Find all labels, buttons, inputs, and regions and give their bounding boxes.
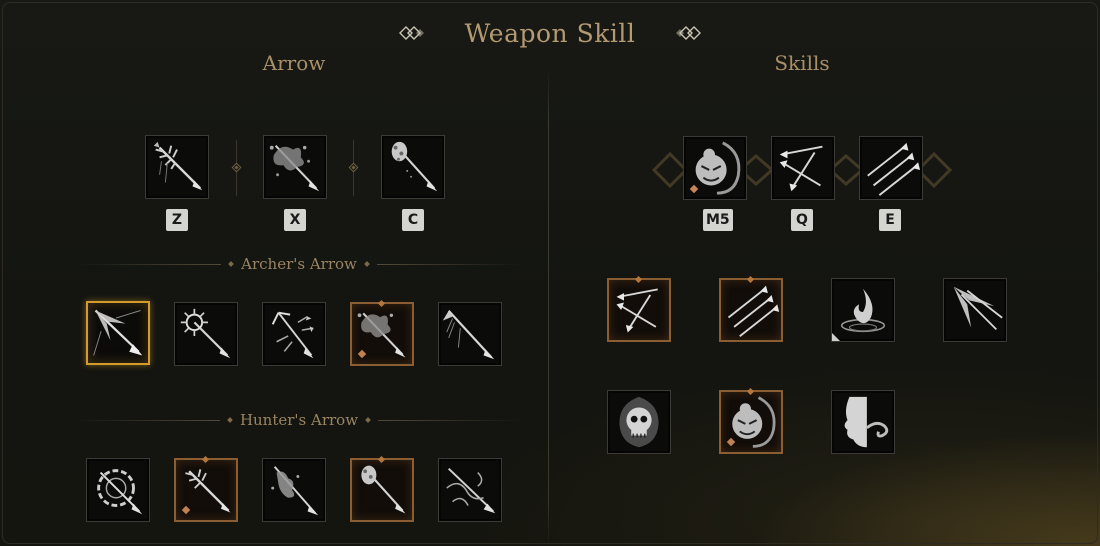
skill-slot-e[interactable] — [859, 136, 923, 200]
hunter-arrow-slot-4[interactable] — [350, 455, 414, 522]
hunters-arrow-divider: Hunter's Arrow — [76, 411, 522, 429]
split-arrow-icon — [271, 311, 314, 359]
skill-option-6[interactable] — [719, 387, 783, 454]
slot-separator — [231, 140, 242, 196]
ornament-right-icon — [676, 26, 702, 40]
splatter-arrow-icon — [269, 144, 320, 192]
archer-arrow-slot-4[interactable] — [350, 299, 414, 366]
barbed-arrow-icon — [442, 310, 495, 360]
hunter-arrow-slot-5[interactable] — [438, 458, 502, 522]
archers-arrow-label: Archer's Arrow — [241, 255, 357, 273]
page-title: Weapon Skill — [464, 18, 636, 48]
skill-option-1[interactable] — [607, 275, 671, 342]
archer-arrow-slot-1[interactable] — [86, 301, 150, 365]
arrow-spread-icon — [616, 288, 658, 333]
cluster-arrow-icon — [361, 465, 406, 514]
archers-arrow-divider: Archer's Arrow — [76, 255, 522, 273]
triple-shot-icon — [727, 285, 780, 337]
cluster-arrow-icon — [391, 141, 438, 192]
skill-option-5[interactable] — [607, 390, 671, 454]
skill-slot-m5[interactable] — [683, 136, 747, 200]
key-badge-m5: M5 — [703, 209, 733, 231]
fire-ring-icon — [840, 288, 886, 333]
key-badge-x: X — [284, 209, 306, 231]
key-badge-c: C — [402, 209, 424, 231]
skills-heading: Skills — [774, 51, 830, 75]
arrow-slot-z[interactable] — [145, 135, 209, 199]
piercing-arrow-icon — [93, 309, 143, 356]
barbed-arrow-icon — [153, 141, 203, 191]
column-divider — [548, 70, 549, 546]
arrow-burst-icon — [953, 286, 1003, 330]
archer-arrow-slot-2[interactable] — [174, 302, 238, 366]
key-badge-e: E — [879, 209, 901, 231]
arrow-spread-icon — [779, 145, 823, 192]
hunter-arrow-slot-1[interactable] — [86, 458, 150, 522]
spiked-ring-arrow-icon — [97, 469, 143, 515]
title-bar: Weapon Skill — [0, 16, 1100, 50]
panel-frame — [2, 2, 1098, 544]
hunter-arrow-slot-2[interactable] — [174, 455, 238, 522]
hunters-arrow-label: Hunter's Arrow — [239, 411, 359, 429]
triple-shot-icon — [867, 142, 921, 196]
explosive-arrow-icon — [180, 308, 231, 359]
key-badge-z: Z — [166, 209, 188, 231]
skill-option-3[interactable] — [831, 278, 895, 342]
breath-face-icon — [844, 396, 889, 448]
arrow-slot-c[interactable] — [381, 135, 445, 199]
frost-arrow-icon — [271, 466, 319, 516]
skill-option-4[interactable] — [943, 278, 1007, 342]
skill-option-2[interactable] — [719, 275, 783, 342]
archer-arrow-slot-5[interactable] — [438, 302, 502, 366]
arrow-heading: Arrow — [262, 51, 326, 75]
skull-icon — [619, 396, 659, 448]
skill-slot-q[interactable] — [771, 136, 835, 200]
skill-option-7[interactable] — [831, 390, 895, 454]
slot-separator — [348, 140, 359, 196]
arrow-slot-x[interactable] — [263, 135, 327, 199]
wind-arrow-icon — [446, 467, 496, 514]
hunter-arrow-slot-3[interactable] — [262, 458, 326, 522]
key-badge-q: Q — [791, 209, 813, 231]
ornament-left-icon — [398, 26, 424, 40]
archer-arrow-slot-3[interactable] — [262, 302, 326, 366]
